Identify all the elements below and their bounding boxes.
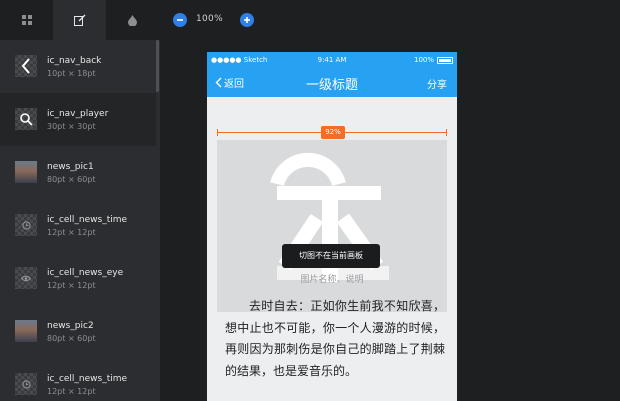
slice-name: ic_cell_news_time xyxy=(47,215,128,225)
zoom-out-button[interactable] xyxy=(173,13,187,27)
slice-size: 12pt × 12pt xyxy=(47,387,96,396)
minus-icon xyxy=(177,19,183,21)
sketch-measure-app: 100% ic_nav_back 10pt × 18pt ic_nav_play… xyxy=(0,0,620,401)
slice-item-ic-cell-news-eye[interactable]: ic_cell_news_eye 12pt × 12pt xyxy=(0,252,156,305)
nav-title: 一级标题 xyxy=(305,78,358,93)
tab-colors[interactable] xyxy=(106,0,159,40)
slice-name: ic_nav_back xyxy=(47,56,102,66)
slice-size: 30pt × 30pt xyxy=(47,122,96,131)
slice-size: 80pt × 60pt xyxy=(47,175,96,184)
tab-layers[interactable] xyxy=(0,0,53,40)
news-photo-thumbnail xyxy=(15,320,37,342)
nav-share-button[interactable]: 分享 xyxy=(427,76,447,91)
slice-name: ic_cell_news_eye xyxy=(47,268,124,278)
edit-icon xyxy=(73,14,85,26)
slice-name: ic_nav_player xyxy=(47,109,109,119)
slice-item-ic-cell-news-time[interactable]: ic_cell_news_time 12pt × 12pt xyxy=(0,199,156,252)
article-body: 去时自去：正如你生前我不知欣喜，想中止也不可能，你一个人漫游的时候，再则因为那刺… xyxy=(225,299,445,378)
battery-icon xyxy=(437,56,453,64)
measure-percent-badge: 92% xyxy=(321,126,345,139)
news-photo-thumbnail xyxy=(15,161,37,183)
placeholder-logo-icon xyxy=(270,152,389,282)
slice-name: ic_cell_news_time xyxy=(47,374,128,384)
battery-percent: 100% xyxy=(413,56,434,64)
slice-name: news_pic2 xyxy=(47,321,94,331)
slice-size: 12pt × 12pt xyxy=(47,228,96,237)
slice-item-news-pic1[interactable]: news_pic1 80pt × 60pt xyxy=(0,146,156,199)
battery-status: 100% xyxy=(414,56,453,64)
grid-icon xyxy=(21,15,32,25)
slice-size: 10pt × 18pt xyxy=(47,69,96,78)
phone-artboard[interactable]: ●●●●● Sketch 9:41 AM 100% 返回 一级标题 分享 92%… xyxy=(207,52,457,401)
slice-tooltip: 切图不在当前画板 xyxy=(282,244,380,268)
search-icon xyxy=(15,108,37,130)
tab-slices[interactable] xyxy=(53,0,106,40)
slice-item-ic-cell-news-time-2[interactable]: ic_cell_news_time 12pt × 12pt xyxy=(0,358,156,401)
eye-icon xyxy=(15,267,37,289)
slice-item-ic-nav-player[interactable]: ic_nav_player 30pt × 30pt xyxy=(0,93,156,146)
zoom-level: 100% xyxy=(196,14,223,24)
zoom-in-button[interactable] xyxy=(240,13,254,27)
top-toolbar: 100% xyxy=(0,0,620,40)
image-caption: 图片名称、说明 xyxy=(300,275,364,285)
slices-sidebar: ic_nav_back 10pt × 18pt ic_nav_player 30… xyxy=(0,40,160,401)
clock-icon xyxy=(15,214,37,236)
sidebar-scrollbar[interactable] xyxy=(156,40,159,92)
drop-icon xyxy=(128,14,137,26)
slice-name: news_pic1 xyxy=(47,162,94,172)
slice-item-ic-nav-back[interactable]: ic_nav_back 10pt × 18pt xyxy=(0,40,156,93)
plus-icon xyxy=(244,17,250,23)
slice-size: 80pt × 60pt xyxy=(47,334,96,343)
ios-status-bar: ●●●●● Sketch 9:41 AM 100% xyxy=(207,52,457,68)
article-image-placeholder[interactable] xyxy=(217,140,447,312)
clock-icon xyxy=(15,373,37,395)
slice-item-news-pic2[interactable]: news_pic2 80pt × 60pt xyxy=(0,305,156,358)
back-arrow-icon xyxy=(15,55,37,77)
slice-size: 12pt × 12pt xyxy=(47,281,96,290)
nav-bar: 返回 一级标题 分享 xyxy=(207,68,457,97)
